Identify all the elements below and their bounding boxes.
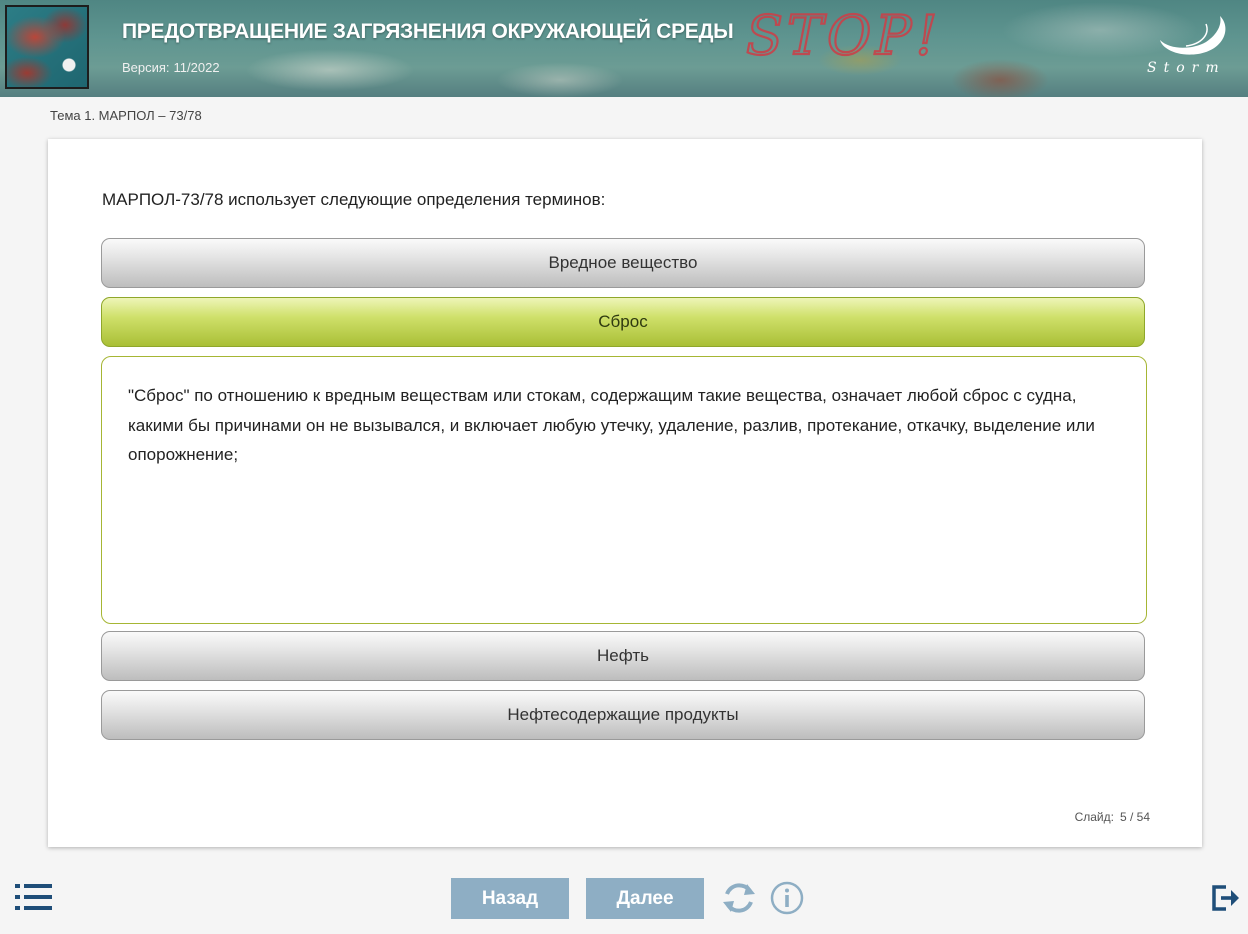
term-label: Сброс: [598, 312, 648, 331]
term-label: Нефтесодержащие продукты: [507, 705, 739, 724]
course-version: Версия: 11/2022: [122, 60, 220, 75]
stop-graffiti-text: STOP!: [746, 4, 941, 64]
term-label: Вредное вещество: [548, 253, 698, 272]
course-thumbnail: [5, 5, 89, 89]
next-button[interactable]: Далее: [586, 878, 704, 919]
header-banner: ПРЕДОТВРАЩЕНИЕ ЗАГРЯЗНЕНИЯ ОКРУЖАЮЩЕЙ СР…: [0, 0, 1248, 97]
term-button-harmful-substance[interactable]: Вредное вещество: [101, 238, 1145, 288]
term-label: Нефть: [597, 646, 649, 665]
slide-card: МАРПОЛ-73/78 использует следующие опреде…: [48, 139, 1202, 847]
course-title: ПРЕДОТВРАЩЕНИЕ ЗАГРЯЗНЕНИЯ ОКРУЖАЮЩЕЙ СР…: [122, 20, 734, 43]
version-value: 11/2022: [173, 60, 220, 75]
term-button-discharge[interactable]: Сброс: [101, 297, 1145, 347]
slide-counter: Слайд: 5 / 54: [1075, 810, 1150, 824]
list-icon[interactable]: [14, 881, 54, 913]
exit-icon[interactable]: [1210, 883, 1240, 913]
term-button-oil-products[interactable]: Нефтесодержащие продукты: [101, 690, 1145, 740]
slide-counter-label: Слайд:: [1074, 810, 1114, 824]
slide-intro: МАРПОЛ-73/78 использует следующие опреде…: [102, 190, 606, 209]
info-icon[interactable]: [768, 878, 806, 918]
back-button[interactable]: Назад: [451, 878, 569, 919]
reload-icon[interactable]: [720, 878, 758, 918]
stop-graffiti-image: STOP!: [745, 4, 941, 64]
storm-logo-text: Storm: [1147, 60, 1226, 76]
breadcrumb: Тема 1. МАРПОЛ – 73/78: [50, 108, 202, 123]
term-button-oil[interactable]: Нефть: [101, 631, 1145, 681]
term-definition-panel: "Сброс" по отношению к вредным веществам…: [101, 356, 1147, 624]
term-definition-text: "Сброс" по отношению к вредным веществам…: [128, 386, 1095, 464]
version-label: Версия:: [122, 60, 170, 75]
slide-counter-value: 5 / 54: [1119, 810, 1150, 824]
